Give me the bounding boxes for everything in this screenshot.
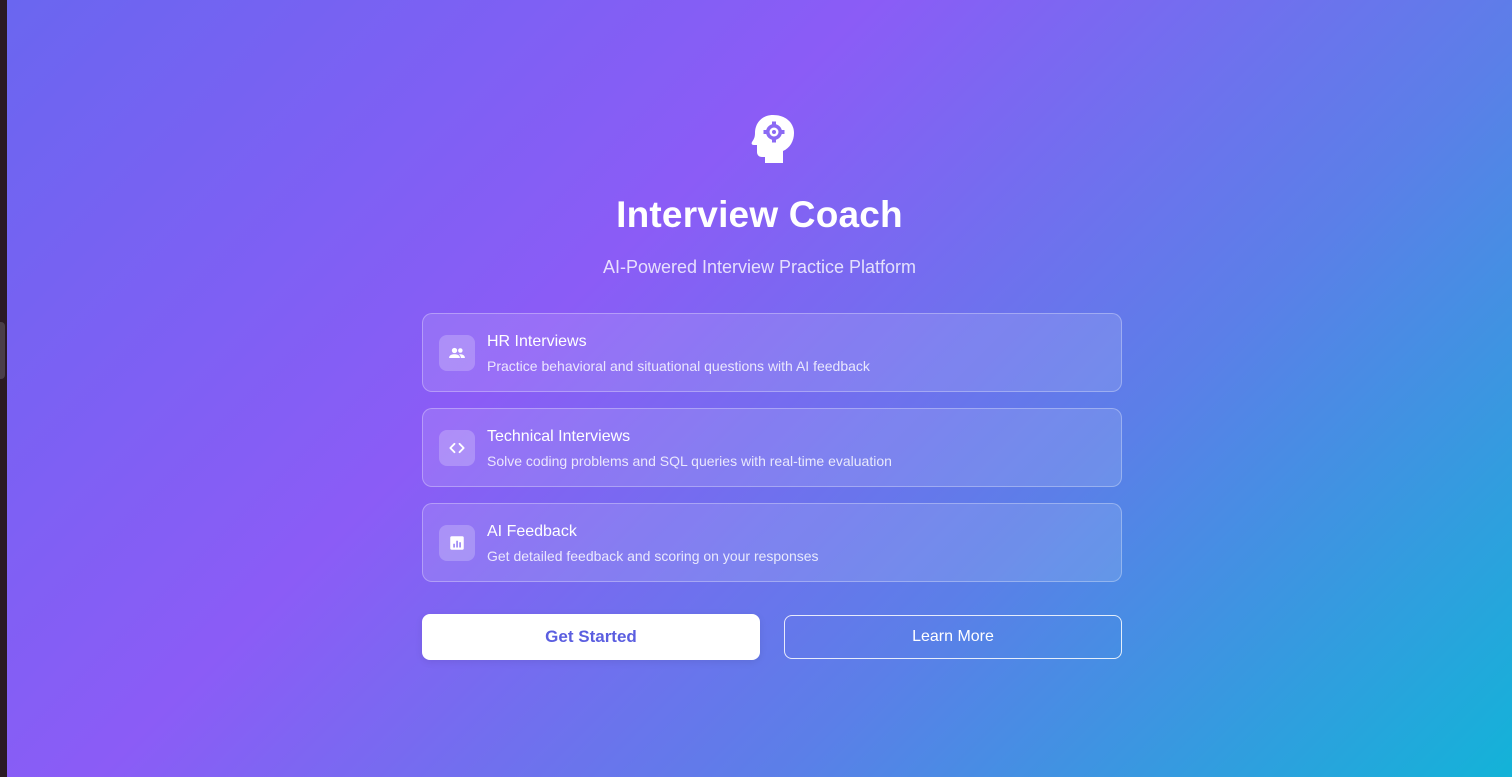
get-started-button[interactable]: Get Started [422, 614, 760, 660]
feature-description: Solve coding problems and SQL queries wi… [487, 453, 892, 469]
page-subtitle: AI-Powered Interview Practice Platform [602, 257, 917, 277]
feature-card-technical: Technical Interviews Solve coding proble… [422, 408, 1122, 487]
landing-screen: Interview Coach AI-Powered Interview Pra… [7, 0, 1512, 777]
feature-title: Technical Interviews [487, 428, 631, 445]
feature-title: AI Feedback [487, 523, 577, 540]
analytics-icon [439, 525, 475, 561]
window-edge-handle [0, 322, 5, 379]
feature-description: Practice behavioral and situational ques… [487, 358, 870, 374]
feature-title: HR Interviews [487, 333, 587, 350]
feature-description: Get detailed feedback and scoring on you… [487, 548, 819, 564]
feature-card-feedback: AI Feedback Get detailed feedback and sc… [422, 503, 1122, 582]
psychology-head-gear-icon [751, 115, 794, 163]
code-icon [439, 430, 475, 466]
people-icon [439, 335, 475, 371]
feature-card-hr: HR Interviews Practice behavioral and si… [422, 313, 1122, 392]
learn-more-button[interactable]: Learn More [784, 615, 1122, 659]
page-title: Interview Coach [616, 194, 903, 235]
